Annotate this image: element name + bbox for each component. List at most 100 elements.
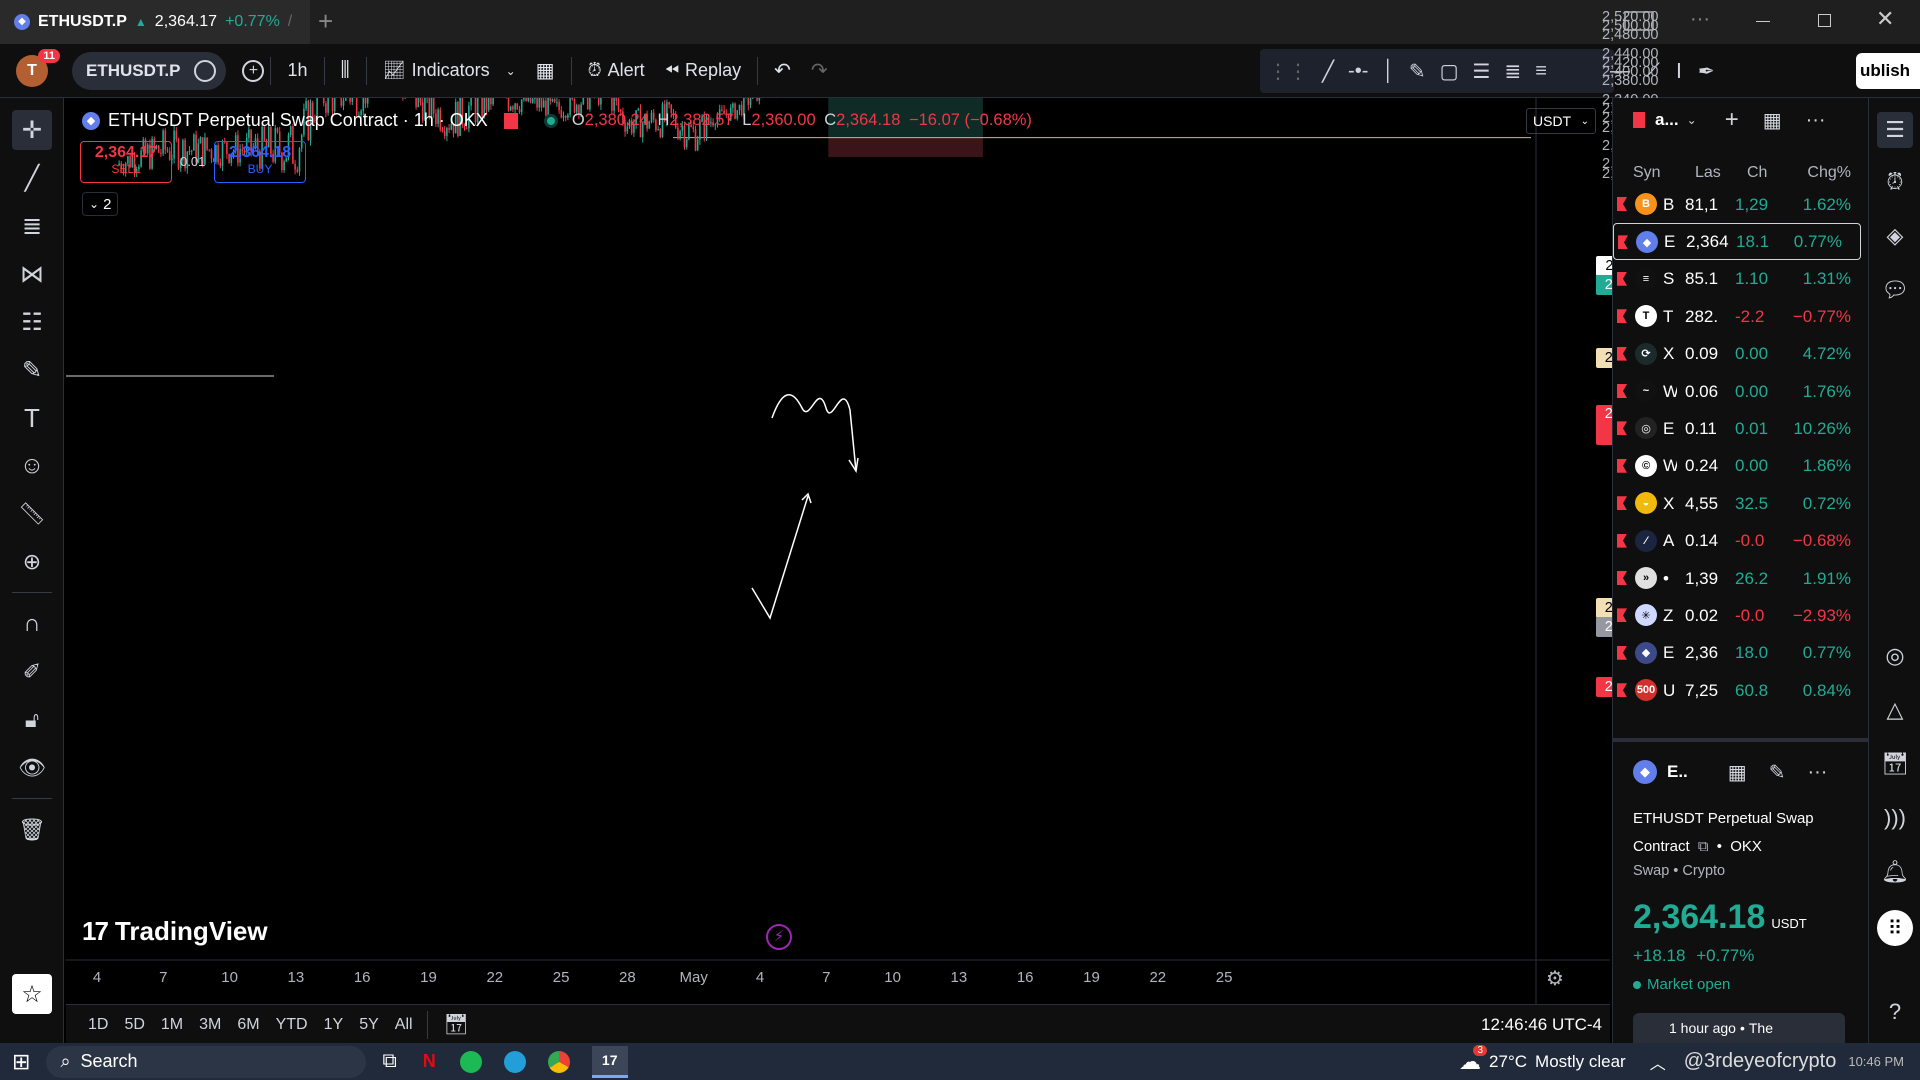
templates-button[interactable]: ▦ [526, 51, 565, 91]
fib-tool-icon[interactable]: ☰ [1473, 59, 1491, 84]
chrome-icon[interactable] [547, 1050, 570, 1073]
brush-tool-icon[interactable]: ✎ [1409, 59, 1426, 84]
horizontal-ray-icon[interactable]: -•- [1348, 60, 1368, 83]
publish-button[interactable]: ublish [1856, 53, 1920, 89]
watchlist-row[interactable]: ◆ E 2,364 18.1 0.77% [1613, 223, 1861, 261]
alerts-tab-button[interactable]: ⏰︎ [1877, 164, 1913, 200]
watchlist-row[interactable]: © W 0.24 0.00 1.86% [1613, 448, 1869, 485]
browser-tab[interactable]: ◆ ETHUSDT.P ▲ 2,364.17 +0.77% / [0, 0, 310, 44]
new-tab-button[interactable]: + [318, 6, 333, 37]
measure-tool-button[interactable]: 📏︎ [12, 494, 52, 534]
watchlist-tab-button[interactable]: ☰ [1877, 112, 1913, 148]
advanced-view-icon[interactable]: ▦ [1763, 108, 1782, 133]
tech-analysis-button[interactable]: ◎ [1877, 638, 1913, 674]
icon-tool-button[interactable]: ☺ [12, 446, 52, 486]
task-view-icon[interactable]: ⧉ [382, 1050, 396, 1073]
range-button-all[interactable]: All [387, 1016, 421, 1034]
chart-pane[interactable]: ◆ ETHUSDT Perpetual Swap Contract · 1h ·… [66, 9, 1670, 1004]
alert-button[interactable]: ⏰︎ Alert [578, 51, 655, 91]
ideas-button[interactable]: △ [1877, 692, 1913, 728]
watchlist-more-icon[interactable]: ··· [1806, 109, 1826, 132]
sell-button[interactable]: 2,364.17 SELL [80, 141, 172, 183]
details-symbol[interactable]: E.. [1667, 762, 1688, 782]
patterns-tool-button[interactable]: ⋈ [12, 254, 52, 294]
range-button-1d[interactable]: 1D [80, 1016, 116, 1034]
trendline-tool-icon[interactable]: ╱ [1322, 59, 1334, 84]
windows-start-icon[interactable]: ⊞ [12, 1049, 30, 1075]
watchlist-row[interactable]: ⁄ A 0.14 -0.0 −0.68% [1613, 523, 1869, 560]
spotify-icon[interactable] [459, 1050, 482, 1073]
products-button[interactable]: ⠿ [1877, 910, 1913, 946]
col-symbol[interactable]: Syn [1633, 164, 1661, 182]
stay-drawing-button[interactable]: ✐ [12, 652, 52, 692]
chart-canvas[interactable] [66, 98, 1610, 1004]
taskbar-search[interactable]: ⌕ Search [46, 1045, 367, 1078]
col-change[interactable]: Ch [1747, 164, 1767, 182]
lock-drawings-button[interactable]: 🔓︎ [12, 700, 52, 740]
watchlist-row[interactable]: 500 U 7,25 60.8 0.84% [1613, 672, 1869, 709]
watchlist-row[interactable]: ◆ E 2,36 18.0 0.77% [1613, 635, 1869, 672]
restore-icon[interactable] [1818, 14, 1831, 27]
redo-button[interactable]: ↷ [801, 51, 838, 91]
clock-display[interactable]: 12:46:46 UTC-4 [1481, 1015, 1602, 1035]
netflix-icon[interactable]: N [423, 1051, 436, 1072]
chart-type-button[interactable]: ⫼ [331, 51, 360, 91]
external-link-icon[interactable]: ⧉ [1698, 838, 1709, 855]
add-symbol-icon[interactable]: + [1725, 106, 1739, 134]
taskbar-clock[interactable]: 10:46 PM [1848, 1054, 1904, 1069]
brush-tool-button[interactable]: ✎ [12, 350, 52, 390]
telegram-icon[interactable] [503, 1050, 526, 1073]
axis-settings-gear-icon[interactable]: ⚙ [1546, 966, 1564, 991]
vertical-line-icon[interactable]: │ [1382, 60, 1395, 83]
news-item[interactable]: 1 hour ago • The [1633, 1013, 1845, 1043]
watchlist-row[interactable]: B B 81,1 1,29 1.62% [1613, 186, 1869, 223]
details-grid-icon[interactable]: ▦ [1728, 760, 1747, 785]
streams-button[interactable]: ))) [1877, 800, 1913, 836]
currency-select[interactable]: USDT ⌄ [1526, 108, 1596, 134]
watchlist-row[interactable]: ◎ E 0.11 0.01 10.26% [1613, 410, 1869, 447]
details-more-icon[interactable]: ··· [1807, 761, 1827, 784]
rectangle-tool-icon[interactable]: ▢ [1440, 59, 1459, 84]
range-button-6m[interactable]: 6M [229, 1016, 267, 1034]
fib-tools-button[interactable]: ≣ [12, 206, 52, 246]
watchlist-row[interactable]: ◒ X 4,55 32.5 0.72% [1613, 485, 1869, 522]
indicators-button[interactable]: 📈︎ Indicators ⌄ [373, 51, 526, 91]
zoom-tool-button[interactable]: ⊕ [12, 542, 52, 582]
watchlist-row[interactable]: ~ W 0.06 0.00 1.76% [1613, 373, 1869, 410]
pen-tool-icon[interactable]: ✒ [1698, 59, 1715, 84]
pitchfork-tool-icon[interactable]: ≣ [1504, 59, 1521, 84]
watchlist-name[interactable]: a... [1655, 110, 1679, 130]
tradingview-app-icon[interactable]: 17 [591, 1045, 628, 1078]
magnet-tool-button[interactable]: ∩ [12, 604, 52, 644]
range-button-5d[interactable]: 5D [116, 1016, 152, 1034]
avatar[interactable]: T 11 [16, 48, 60, 87]
text-tool-button[interactable]: T [12, 398, 52, 438]
minimize-icon[interactable] [1756, 21, 1770, 22]
parallel-channel-icon[interactable]: ≡ [1535, 60, 1547, 83]
symbol-search-button[interactable]: ETHUSDT.P [72, 51, 227, 90]
trend-line-tool-button[interactable]: ╱ [12, 158, 52, 198]
more-menu-icon[interactable]: ··· [1690, 8, 1710, 31]
weather-widget[interactable]: ☁ 3 27°C Mostly clear [1459, 1044, 1626, 1075]
undo-button[interactable]: ↶ [764, 51, 801, 91]
chevron-down-icon[interactable]: ⌄ [1687, 113, 1697, 127]
go-to-date-calendar-icon[interactable]: 📅︎ [444, 1012, 469, 1037]
range-button-ytd[interactable]: YTD [268, 1016, 316, 1034]
close-icon[interactable]: ✕ [1876, 6, 1894, 32]
help-button[interactable]: ? [1877, 994, 1913, 1030]
range-button-1m[interactable]: 1M [153, 1016, 191, 1034]
replay-button[interactable]: ⏪︎ Replay [655, 51, 751, 91]
legend-title[interactable]: ETHUSDT Perpetual Swap Contract · 1h · O… [108, 110, 488, 131]
favorites-button[interactable]: ☆ [12, 974, 52, 1014]
watchlist-row[interactable]: T T 282. -2.2 −0.77% [1613, 298, 1869, 335]
col-last[interactable]: Las [1695, 164, 1721, 182]
details-name-line1[interactable]: ETHUSDT Perpetual Swap [1633, 805, 1814, 833]
drag-handle-icon[interactable]: ⋮⋮ [1268, 59, 1308, 84]
watchlist-row[interactable]: ✳ Z 0.02 -0.0 −2.93% [1613, 597, 1869, 634]
interval-button[interactable]: 1h [277, 51, 317, 91]
watchlist-row[interactable]: ⟳ X 0.09 0.00 4.72% [1613, 336, 1869, 373]
remove-drawings-button[interactable]: 🗑︎ [12, 810, 52, 850]
tray-chevron-icon[interactable]: ︿ [1650, 1050, 1666, 1074]
text-cursor-icon[interactable]: Ⅰ [1676, 59, 1682, 84]
lightning-icon[interactable]: ⚡︎ [766, 924, 792, 950]
